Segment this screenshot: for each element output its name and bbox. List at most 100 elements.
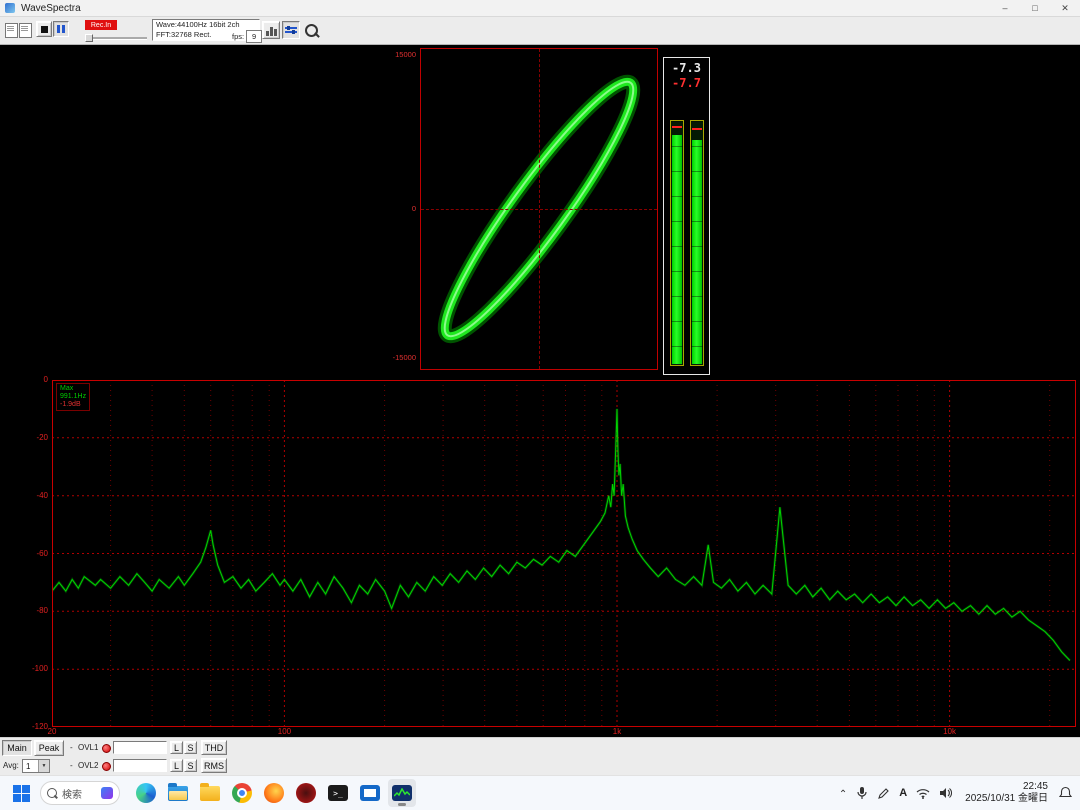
wifi-icon[interactable] <box>916 788 930 799</box>
avg-select[interactable]: 1 ▼ <box>22 759 50 773</box>
meter-bar-right <box>690 120 704 366</box>
opera-icon <box>296 783 316 803</box>
meter-peak-right <box>692 128 702 130</box>
firefox-icon <box>264 783 284 803</box>
position-slider[interactable] <box>85 34 147 42</box>
y-tick-label: -80 <box>0 606 48 615</box>
edge-icon <box>136 783 156 803</box>
slider-groove <box>85 37 147 40</box>
new-file-button[interactable] <box>19 23 32 38</box>
pause-icon <box>57 25 65 33</box>
lissajous-h-axis <box>421 209 657 210</box>
dash-label-2: - <box>70 761 73 770</box>
meter-value-right: -7.7 <box>664 76 709 90</box>
folder-icon <box>200 786 220 801</box>
bell-icon[interactable] <box>1059 786 1072 800</box>
clock[interactable]: 22:45 2025/10/31 金曜日 <box>965 781 1048 805</box>
search-visual-icon <box>101 787 113 799</box>
config-button[interactable] <box>302 21 320 39</box>
taskbar-app-mail[interactable] <box>356 779 384 807</box>
rms-button[interactable]: RMS <box>201 758 227 773</box>
titlebar: WaveSpectra – □ ✕ <box>0 0 1080 17</box>
spectrum-info-line2: 991.1Hz <box>60 393 86 401</box>
taskbar-app-chrome[interactable] <box>228 779 256 807</box>
ovl1-input[interactable] <box>113 741 167 754</box>
avg-value: 1 <box>26 762 30 771</box>
ovl2-input[interactable] <box>113 759 167 772</box>
l-button-1[interactable]: L <box>170 741 183 754</box>
chevron-up-icon[interactable]: ⌃ <box>839 789 847 800</box>
stop-button[interactable] <box>36 21 52 37</box>
lissajous-max-label: 15000 <box>370 50 416 59</box>
system-tray: ⌃ A 22:45 2025/10/31 金曜日 <box>839 781 1072 805</box>
open-file-button[interactable] <box>5 23 18 38</box>
s-button-1[interactable]: S <box>184 741 197 754</box>
start-button[interactable] <box>8 780 34 806</box>
taskbar-app-wavespectra[interactable] <box>388 779 416 807</box>
y-tick-label: -40 <box>0 491 48 500</box>
search-icon <box>47 788 57 798</box>
control-bar: Main Peak - OVL1 L S THD Avg: 1 ▼ - OVL2… <box>0 737 1080 775</box>
minimize-button[interactable]: – <box>990 0 1020 16</box>
search-input[interactable]: 検索 <box>40 781 120 805</box>
lissajous-scope <box>420 48 658 370</box>
maximize-button[interactable]: □ <box>1020 0 1050 16</box>
x-tick-label: 20 <box>37 727 67 736</box>
pause-button[interactable] <box>53 21 69 37</box>
taskbar-app-terminal[interactable]: >_ <box>324 779 352 807</box>
x-tick-label: 100 <box>269 727 299 736</box>
meter-bar-left <box>670 120 684 366</box>
app-icon <box>5 3 15 13</box>
lissajous-zero-label: 0 <box>370 204 416 213</box>
thd-button[interactable]: THD <box>201 740 227 755</box>
close-button[interactable]: ✕ <box>1050 0 1080 16</box>
pen-icon[interactable] <box>877 787 890 800</box>
wavespectra-window: WaveSpectra – □ ✕ Rec.In Wave:44100Hz 16… <box>0 0 1080 810</box>
spectrum-display: Max 991.1Hz -1.9dB 0-20-40-60-80-100-120… <box>0 376 1080 737</box>
ovl1-led <box>102 744 111 753</box>
peak-button[interactable]: Peak <box>34 740 64 756</box>
taskbar: 検索 >_ ⌃ A 22:45 <box>0 775 1080 810</box>
taskbar-apps: >_ <box>132 779 416 807</box>
x-tick-label: 10k <box>935 727 965 736</box>
dash-label-1: - <box>70 743 73 752</box>
taskbar-app-file-explorer[interactable] <box>164 779 192 807</box>
wavespectra-icon <box>392 785 412 801</box>
levels-icon <box>266 25 277 36</box>
ime-indicator[interactable]: A <box>899 787 907 799</box>
taskbar-app-opera[interactable] <box>292 779 320 807</box>
slider-thumb[interactable] <box>85 34 93 42</box>
main-tab-button[interactable]: Main <box>2 740 32 756</box>
chrome-icon <box>232 783 252 803</box>
ovl1-label: OVL1 <box>78 743 98 752</box>
search-placeholder: 検索 <box>62 786 82 801</box>
levels-view-button[interactable] <box>262 21 280 39</box>
taskbar-app-firefox[interactable] <box>260 779 288 807</box>
l-button-2[interactable]: L <box>170 759 183 772</box>
taskbar-app-folder[interactable] <box>196 779 224 807</box>
settings-sliders-icon <box>285 27 297 33</box>
meter-ticks-left <box>671 121 683 365</box>
volume-icon[interactable] <box>939 787 952 799</box>
y-tick-label: -60 <box>0 549 48 558</box>
config-search-icon <box>305 24 318 37</box>
y-tick-label: -100 <box>0 664 48 673</box>
taskbar-app-edge[interactable] <box>132 779 160 807</box>
meter-peak-left <box>672 126 682 128</box>
top-display: 15000 0 -15000 -7.3 -7.7 <box>0 45 1080 376</box>
s-button-2[interactable]: S <box>184 759 197 772</box>
settings-button[interactable] <box>282 21 300 39</box>
level-meter-panel: -7.3 -7.7 <box>663 57 710 375</box>
lissajous-min-label: -15000 <box>370 353 416 362</box>
toolbar: Rec.In Wave:44100Hz 16bit 2ch FFT:32768 … <box>0 17 1080 45</box>
y-tick-label: -20 <box>0 433 48 442</box>
terminal-icon: >_ <box>328 785 348 801</box>
fps-value-spinner[interactable]: 9 <box>246 30 262 43</box>
chevron-down-icon[interactable]: ▼ <box>38 760 49 772</box>
mic-icon[interactable] <box>856 786 868 800</box>
x-tick-label: 1k <box>602 727 632 736</box>
ovl2-led <box>102 762 111 771</box>
rec-in-indicator: Rec.In <box>85 20 117 30</box>
fps-label: fps: <box>232 32 244 41</box>
mail-icon <box>360 785 380 801</box>
